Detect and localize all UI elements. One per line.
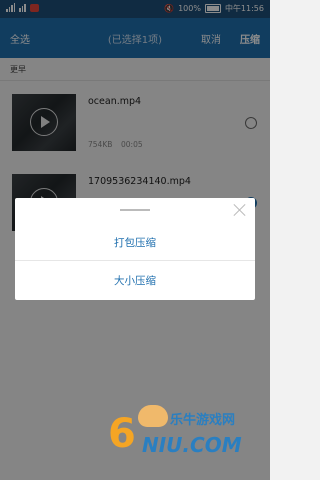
pack-compress-option[interactable]: 打包压缩 bbox=[15, 224, 255, 262]
cow-logo-icon bbox=[138, 405, 168, 427]
divider bbox=[15, 260, 255, 261]
drag-handle[interactable] bbox=[120, 209, 150, 211]
watermark-logo: 6 乐牛游戏网 NIU.COM bbox=[108, 405, 268, 465]
compress-options-sheet: 打包压缩 大小压缩 bbox=[15, 198, 255, 300]
close-icon[interactable] bbox=[233, 203, 247, 217]
size-compress-option[interactable]: 大小压缩 bbox=[15, 262, 255, 300]
